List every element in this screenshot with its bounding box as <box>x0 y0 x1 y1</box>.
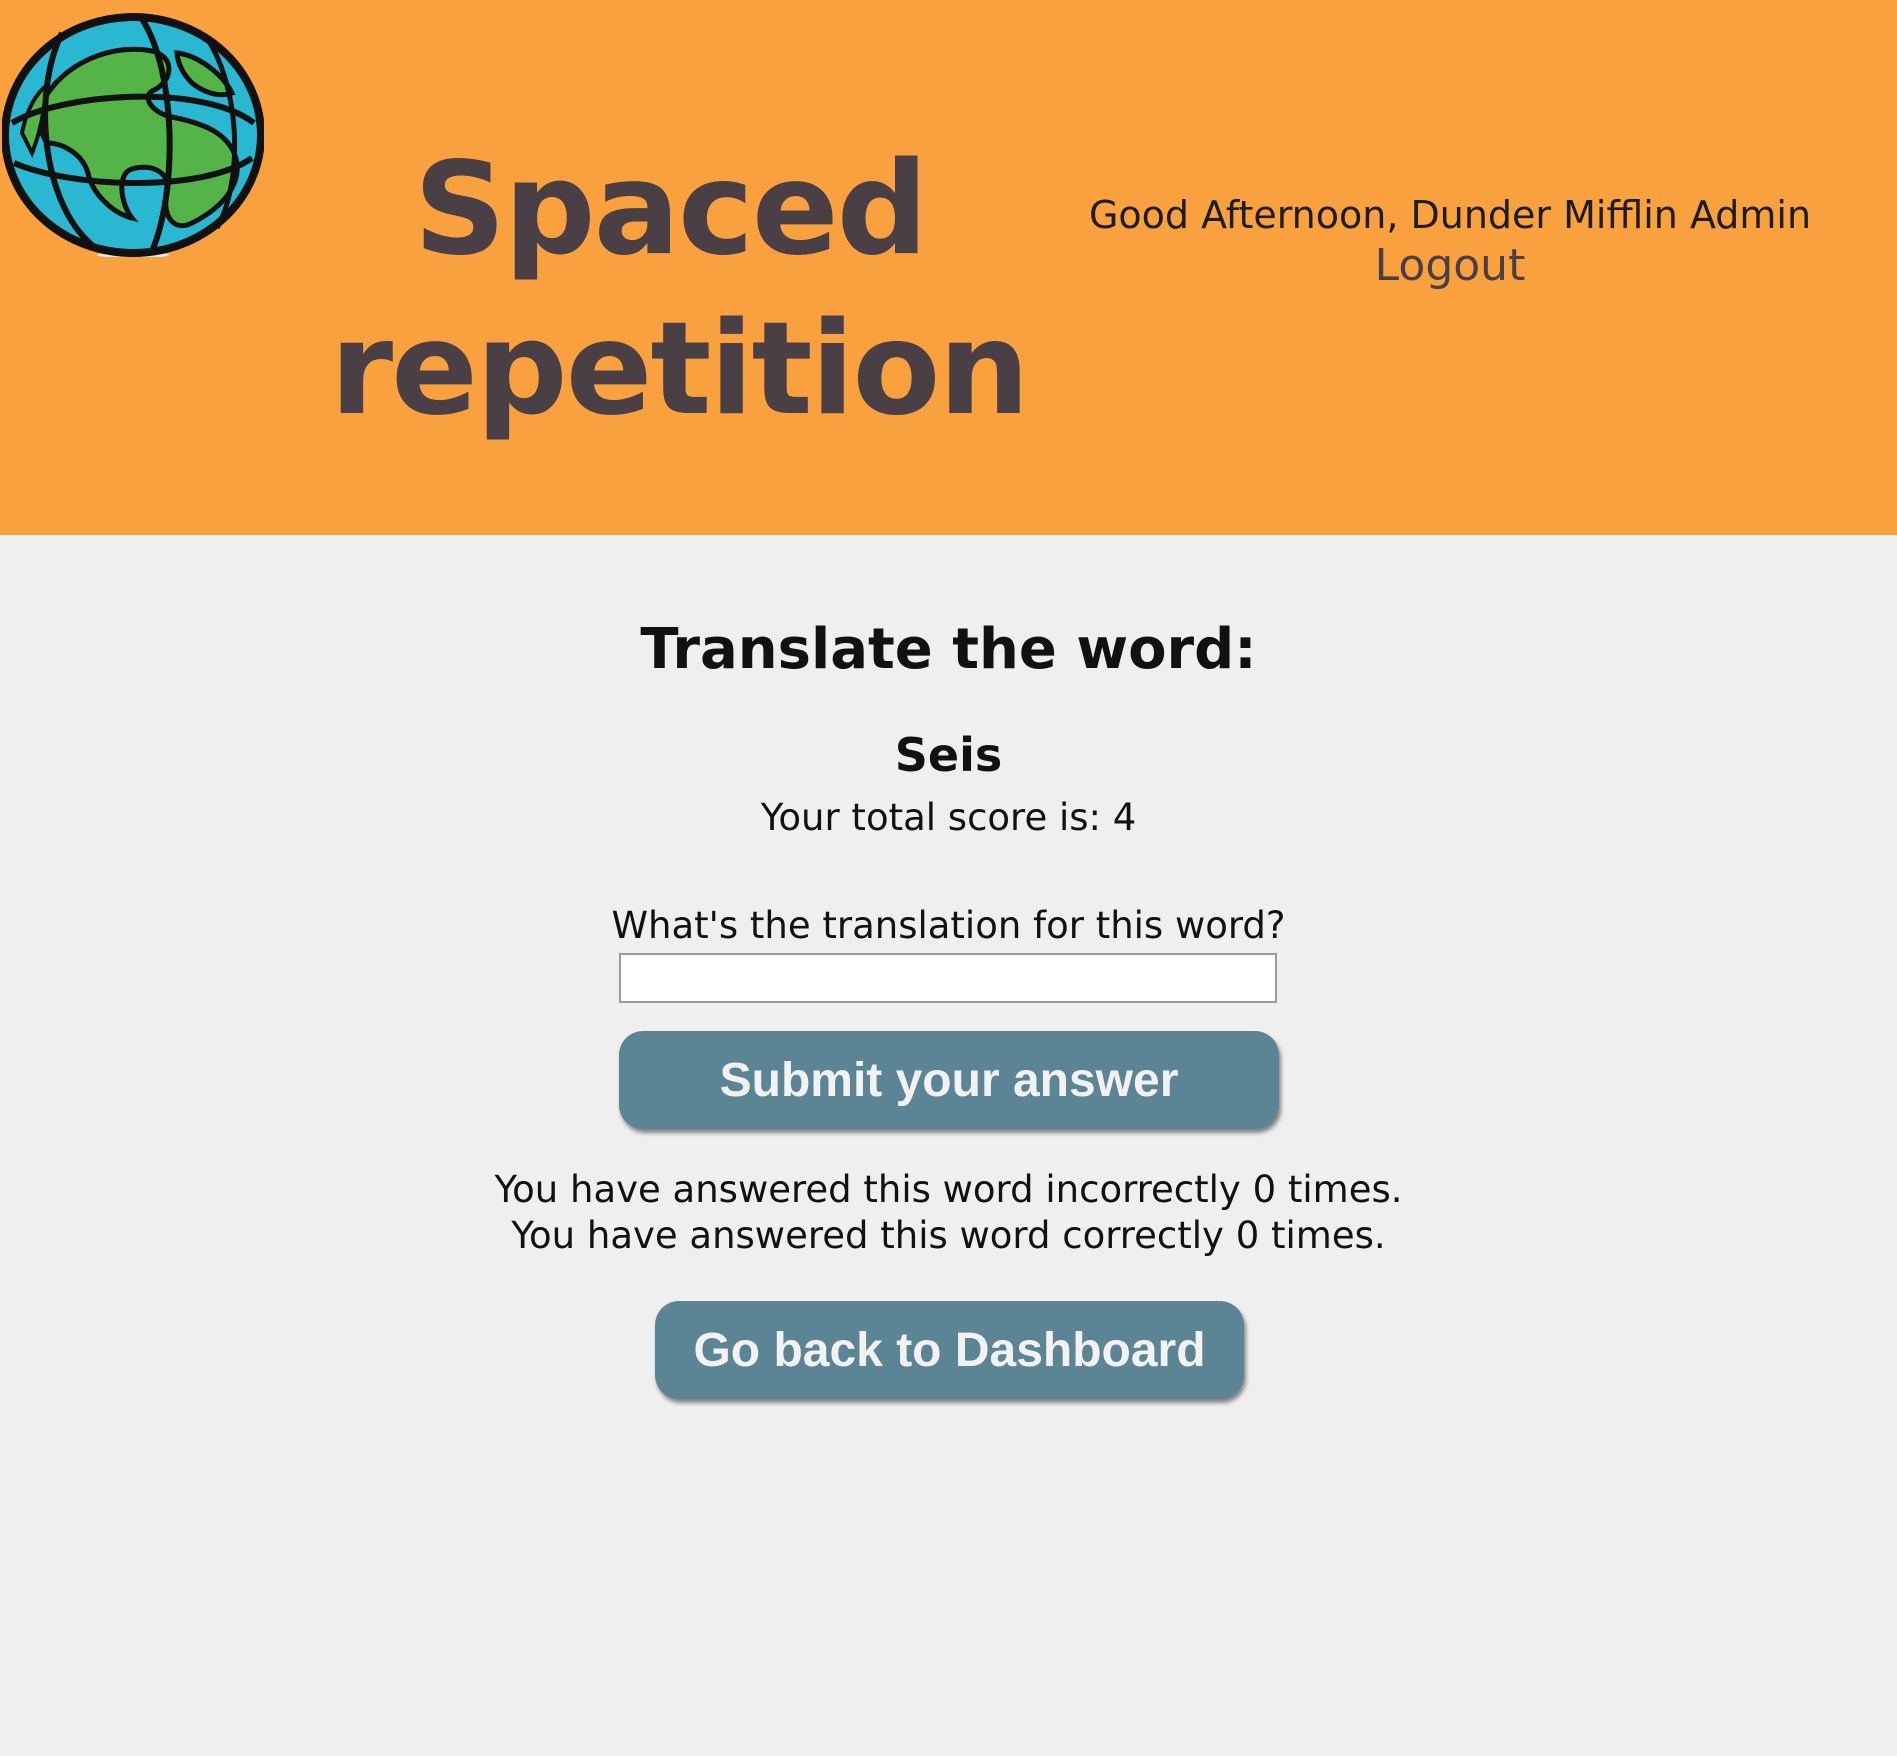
globe-icon[interactable] <box>2 13 264 257</box>
answer-label: What's the translation for this word? <box>611 904 1286 947</box>
greeting-text: Good Afternoon, Dunder Mifflin Admin <box>1088 193 1812 237</box>
total-score: Your total score is: 4 <box>760 796 1137 839</box>
user-area: Good Afternoon, Dunder Mifflin Admin Log… <box>1060 190 1840 292</box>
prompt-heading: Translate the word: <box>640 617 1257 682</box>
correct-count-text: You have answered this word correctly 0 … <box>511 1214 1386 1257</box>
submit-answer-button[interactable]: Submit your answer <box>619 1031 1279 1129</box>
answer-input[interactable] <box>619 953 1277 1003</box>
logout-link[interactable]: Logout <box>1375 240 1526 292</box>
word-to-translate: Seis <box>894 728 1003 782</box>
site-header: Spaced repetition Good Afternoon, Dunder… <box>0 0 1897 535</box>
app-title: Spaced repetition <box>330 135 1030 444</box>
dashboard-button[interactable]: Go back to Dashboard <box>655 1301 1244 1399</box>
incorrect-count-text: You have answered this word incorrectly … <box>494 1168 1403 1211</box>
